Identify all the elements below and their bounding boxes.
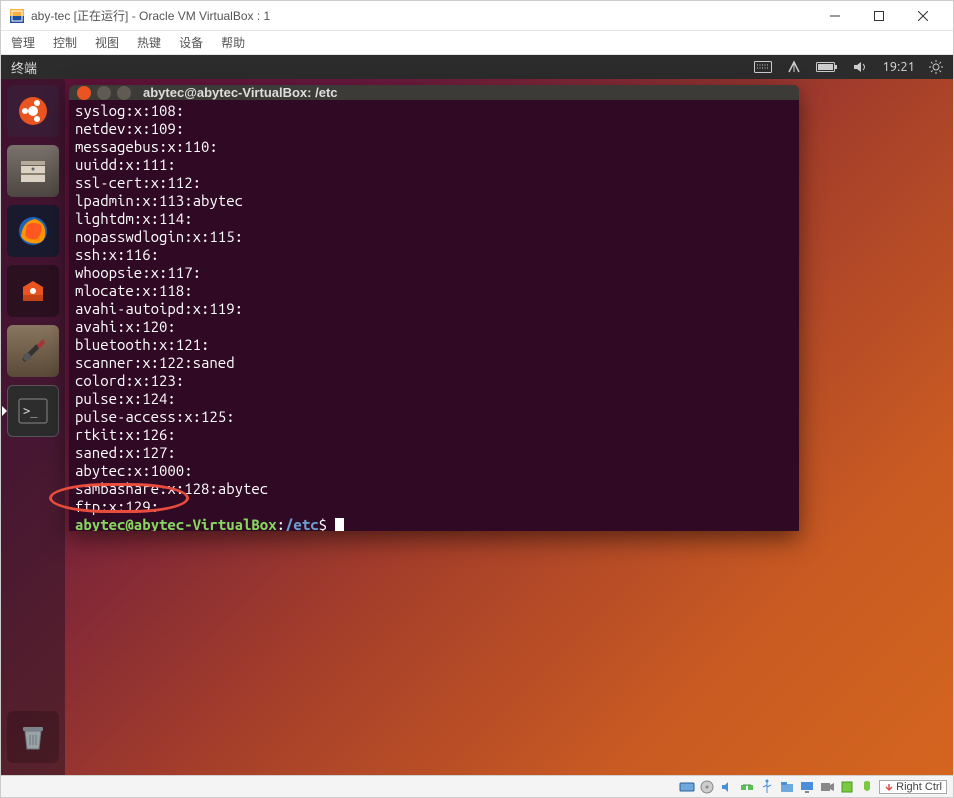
menu-manage[interactable]: 管理 [9,32,37,53]
software-center-icon[interactable] [7,265,59,317]
menu-control[interactable]: 控制 [51,32,79,53]
trash-icon[interactable] [7,711,59,763]
sb-record-icon[interactable] [819,779,835,795]
sb-hdd-icon[interactable] [679,779,695,795]
menu-devices[interactable]: 设备 [177,32,205,53]
keyboard-icon[interactable] [754,61,772,73]
hostkey-label: Right Ctrl [896,781,942,793]
panel-indicators: 19:21 [754,60,943,74]
settings-icon[interactable] [7,325,59,377]
vb-statusbar: Right Ctrl [1,775,953,797]
vb-title-text: aby-tec [正在运行] - Oracle VM VirtualBox : … [31,7,813,24]
sb-cpu-icon[interactable] [839,779,855,795]
dash-icon[interactable] [7,85,59,137]
sb-cd-icon[interactable] [699,779,715,795]
menu-view[interactable]: 视图 [93,32,121,53]
unity-launcher: >_ [1,79,65,775]
close-button[interactable] [901,2,945,30]
terminal-launcher-icon[interactable]: >_ [7,385,59,437]
menu-hotkeys[interactable]: 热键 [135,32,163,53]
volume-icon[interactable] [852,60,868,74]
terminal-titlebar[interactable]: abytec@abytec-VirtualBox: /etc [69,85,799,100]
vb-titlebar[interactable]: aby-tec [正在运行] - Oracle VM VirtualBox : … [1,1,953,31]
terminal-title-text: abytec@abytec-VirtualBox: /etc [143,85,338,100]
sb-mouse-icon[interactable] [859,779,875,795]
sb-shared-icon[interactable] [779,779,795,795]
terminal-body[interactable]: syslog:x:108: netdev:x:109: messagebus:x… [69,100,799,531]
virtualbox-icon [9,8,25,24]
terminal-window[interactable]: abytec@abytec-VirtualBox: /etc syslog:x:… [69,85,799,531]
sb-usb-icon[interactable] [759,779,775,795]
minimize-button[interactable] [813,2,857,30]
guest-display[interactable]: 终端 19:21 [1,55,953,775]
ubuntu-top-panel[interactable]: 终端 19:21 [1,55,953,79]
sb-net-icon[interactable] [739,779,755,795]
term-maximize-icon[interactable] [117,86,131,100]
vb-outer-window: aby-tec [正在运行] - Oracle VM VirtualBox : … [0,0,954,798]
sb-display-icon[interactable] [799,779,815,795]
panel-app-label: 终端 [11,58,754,77]
term-close-icon[interactable] [77,86,91,100]
arrow-down-icon [884,782,894,792]
svg-text:>_: >_ [23,404,38,418]
battery-icon[interactable] [816,61,838,73]
files-icon[interactable] [7,145,59,197]
ubuntu-desktop: 终端 19:21 [1,55,953,775]
vb-menubar: 管理 控制 视图 热键 设备 帮助 [1,31,953,55]
firefox-icon[interactable] [7,205,59,257]
menu-help[interactable]: 帮助 [219,32,247,53]
term-minimize-icon[interactable] [97,86,111,100]
maximize-button[interactable] [857,2,901,30]
sb-audio-icon[interactable] [719,779,735,795]
sb-hostkey[interactable]: Right Ctrl [879,780,947,794]
panel-time[interactable]: 19:21 [882,60,915,74]
network-icon[interactable] [786,60,802,74]
gear-icon[interactable] [929,60,943,74]
